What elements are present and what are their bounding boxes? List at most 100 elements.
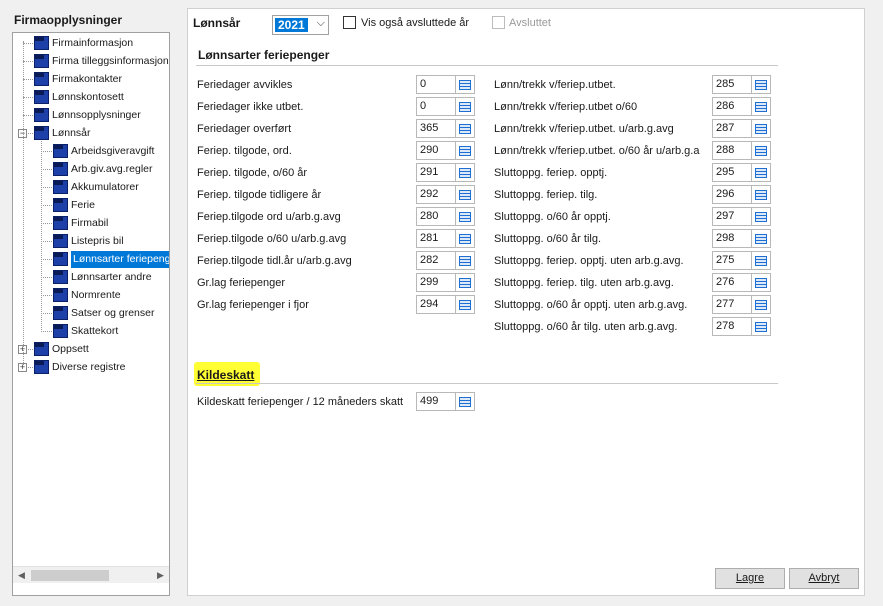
- folder-icon: [53, 216, 68, 230]
- field-label: Lønn/trekk v/feriep.utbet o/60: [494, 101, 638, 113]
- wage-type-input[interactable]: 299: [416, 273, 456, 292]
- tree-connector: [41, 277, 52, 278]
- cancel-button[interactable]: Avbryt: [789, 568, 859, 589]
- wage-type-input[interactable]: 278: [712, 317, 752, 336]
- scroll-thumb[interactable]: [31, 570, 109, 581]
- field-label: Sluttoppg. o/60 år opptj. uten arb.g.avg…: [494, 299, 688, 311]
- tree-item[interactable]: Lønnskontosett: [13, 89, 169, 106]
- wage-type-input[interactable]: 291: [416, 163, 456, 182]
- wage-type-input[interactable]: 294: [416, 295, 456, 314]
- lookup-button[interactable]: [456, 229, 475, 248]
- year-select[interactable]: 2021 ⌵: [272, 15, 329, 35]
- wage-type-input[interactable]: 275: [712, 251, 752, 270]
- field-label: Sluttoppg. feriep. opptj. uten arb.g.avg…: [494, 255, 684, 267]
- lookup-button[interactable]: [752, 295, 771, 314]
- tree-connector: [23, 97, 33, 98]
- horizontal-scrollbar[interactable]: ◀ ▶: [13, 566, 169, 583]
- tree-item-label: Lønnsarter feriepenger: [71, 251, 169, 268]
- year-value: 2021: [275, 18, 308, 32]
- tree-connector: [23, 43, 33, 44]
- tree-item[interactable]: Firmabil: [13, 215, 169, 232]
- lookup-button[interactable]: [752, 317, 771, 336]
- folder-icon: [34, 72, 49, 86]
- closed-checkbox[interactable]: [492, 16, 505, 29]
- tree-item[interactable]: Akkumulatorer: [13, 179, 169, 196]
- tree-item[interactable]: Listepris bil: [13, 233, 169, 250]
- wage-type-input[interactable]: 287: [712, 119, 752, 138]
- tree-item-label: Arb.giv.avg.regler: [71, 163, 153, 175]
- wage-type-input[interactable]: 285: [712, 75, 752, 94]
- wage-type-input[interactable]: 0: [416, 97, 456, 116]
- kildeskatt-lookup-button[interactable]: [456, 392, 475, 411]
- wage-type-input[interactable]: 280: [416, 207, 456, 226]
- wage-type-input[interactable]: 290: [416, 141, 456, 160]
- lookup-button[interactable]: [752, 273, 771, 292]
- lookup-button[interactable]: [752, 97, 771, 116]
- tree-item[interactable]: Ferie: [13, 197, 169, 214]
- lookup-button[interactable]: [456, 97, 475, 116]
- lookup-button[interactable]: [456, 295, 475, 314]
- lookup-button[interactable]: [456, 141, 475, 160]
- tree-item[interactable]: Normrente: [13, 287, 169, 304]
- tree-item[interactable]: Firma tilleggsinformasjon: [13, 53, 169, 70]
- wage-type-input[interactable]: 277: [712, 295, 752, 314]
- lookup-button[interactable]: [456, 251, 475, 270]
- tree-item[interactable]: Firmainformasjon: [13, 35, 169, 52]
- list-icon: [459, 190, 471, 200]
- tree-item[interactable]: Lønnsarter feriepenger: [13, 251, 169, 268]
- folder-icon: [34, 126, 49, 140]
- wage-type-input[interactable]: 296: [712, 185, 752, 204]
- lookup-button[interactable]: [752, 229, 771, 248]
- tree-item[interactable]: Skattekort: [13, 323, 169, 340]
- lookup-button[interactable]: [752, 185, 771, 204]
- lookup-button[interactable]: [456, 185, 475, 204]
- tree-item[interactable]: Lønnsopplysninger: [13, 107, 169, 124]
- tree-item[interactable]: + Diverse registre: [13, 359, 169, 376]
- wage-type-input[interactable]: 282: [416, 251, 456, 270]
- kildeskatt-input[interactable]: 499: [416, 392, 456, 411]
- wage-type-input[interactable]: 292: [416, 185, 456, 204]
- tree-item[interactable]: Lønnsarter andre: [13, 269, 169, 286]
- list-icon: [755, 102, 767, 112]
- wage-type-input[interactable]: 276: [712, 273, 752, 292]
- lookup-button[interactable]: [752, 119, 771, 138]
- wage-type-input[interactable]: 0: [416, 75, 456, 94]
- wage-type-input[interactable]: 286: [712, 97, 752, 116]
- tree-item[interactable]: Arbeidsgiveravgift: [13, 143, 169, 160]
- scroll-left-arrow[interactable]: ◀: [13, 567, 30, 584]
- tree-item-label: Diverse registre: [52, 361, 126, 373]
- scroll-right-arrow[interactable]: ▶: [152, 567, 169, 584]
- field-label: Feriep.tilgode tidl.år u/arb.g.avg: [197, 255, 352, 267]
- lookup-button[interactable]: [456, 207, 475, 226]
- tree-item[interactable]: − Lønnsår: [13, 125, 169, 142]
- tree-item[interactable]: Arb.giv.avg.regler: [13, 161, 169, 178]
- lookup-button[interactable]: [456, 163, 475, 182]
- wage-type-input[interactable]: 295: [712, 163, 752, 182]
- tree-item[interactable]: Firmakontakter: [13, 71, 169, 88]
- tree-item[interactable]: + Oppsett: [13, 341, 169, 358]
- list-icon: [755, 212, 767, 222]
- wage-type-input[interactable]: 298: [712, 229, 752, 248]
- lookup-button[interactable]: [752, 75, 771, 94]
- lookup-button[interactable]: [456, 75, 475, 94]
- save-button[interactable]: Lagre: [715, 568, 785, 589]
- lookup-button[interactable]: [456, 273, 475, 292]
- folder-icon: [34, 36, 49, 50]
- lookup-button[interactable]: [456, 119, 475, 138]
- lookup-button[interactable]: [752, 141, 771, 160]
- show-closed-checkbox[interactable]: [343, 16, 356, 29]
- list-icon: [755, 80, 767, 90]
- folder-icon: [34, 342, 49, 356]
- wage-type-input[interactable]: 281: [416, 229, 456, 248]
- lookup-button[interactable]: [752, 163, 771, 182]
- show-closed-label: Vis også avsluttede år: [361, 17, 470, 29]
- tree-connector: [41, 223, 52, 224]
- tree-item[interactable]: Satser og grenser: [13, 305, 169, 322]
- wage-type-input[interactable]: 365: [416, 119, 456, 138]
- tree-connector: [23, 79, 33, 80]
- wage-type-input[interactable]: 297: [712, 207, 752, 226]
- wage-type-input[interactable]: 288: [712, 141, 752, 160]
- lookup-button[interactable]: [752, 207, 771, 226]
- lookup-button[interactable]: [752, 251, 771, 270]
- tree-connector: [41, 313, 52, 314]
